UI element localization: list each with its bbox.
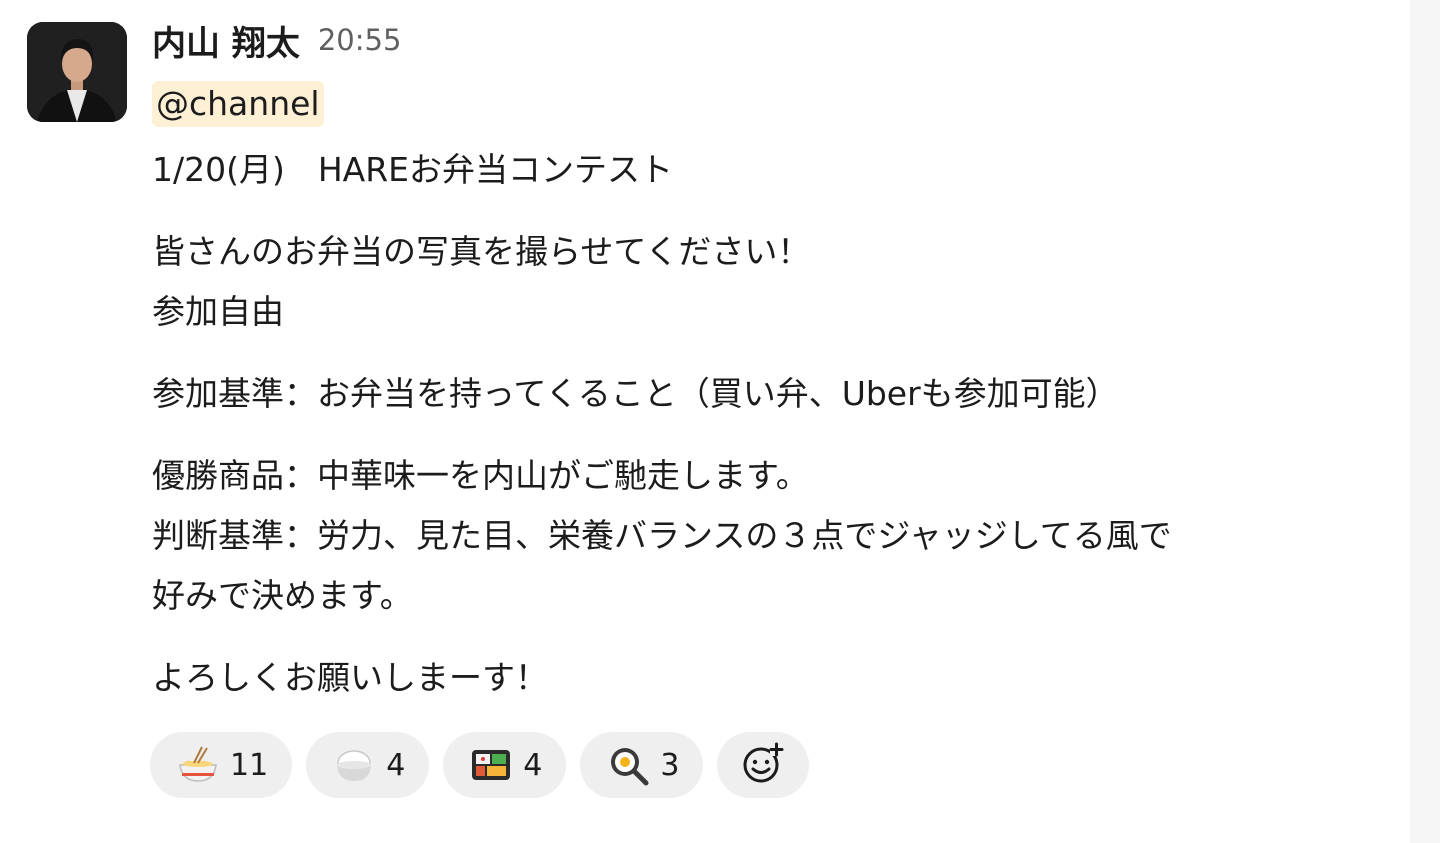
message: 内山 翔太 20:55 @channel 1/20(月) HAREお弁当コンテス… [0, 0, 1400, 843]
add-reaction-icon [739, 739, 787, 791]
message-title: 1/20(月) HAREお弁当コンテスト [152, 150, 674, 189]
author-name[interactable]: 内山 翔太 [152, 16, 300, 65]
channel-mention[interactable]: @channel [152, 81, 324, 127]
add-reaction-button[interactable] [717, 732, 810, 798]
reaction-ramen[interactable]: 11 [150, 732, 293, 798]
avatar[interactable] [27, 22, 127, 122]
reaction-count: 3 [660, 747, 680, 783]
message-line: 好みで決めます。 [152, 576, 413, 615]
reactions-bar: 11 4 4 3 [150, 732, 810, 798]
fried-egg-icon [606, 743, 650, 787]
message-header: 内山 翔太 20:55 [152, 14, 1392, 66]
message-content: 内山 翔太 20:55 @channel 1/20(月) HAREお弁当コンテス… [152, 14, 1392, 708]
reaction-count: 4 [523, 747, 543, 783]
bento-icon [469, 743, 513, 787]
rice-icon [332, 743, 376, 787]
message-line: 優勝商品：中華味一を内山がご馳走します。 [152, 456, 809, 495]
message-line: 参加自由 [152, 292, 284, 331]
message-line: よろしくお願いしまーす！ [152, 658, 548, 697]
message-line: 参加基準：お弁当を持ってくること（買い弁、Uberも参加可能） [152, 374, 1119, 413]
reaction-fried-egg[interactable]: 3 [580, 732, 704, 798]
timestamp[interactable]: 20:55 [318, 23, 402, 57]
ramen-icon [176, 743, 220, 787]
reaction-count: 4 [386, 747, 406, 783]
reaction-rice[interactable]: 4 [306, 732, 430, 798]
scrollbar[interactable] [1410, 0, 1440, 843]
message-line: 皆さんのお弁当の写真を撮らせてください！ [152, 232, 811, 271]
reaction-count: 11 [230, 747, 269, 783]
reaction-bento[interactable]: 4 [443, 732, 567, 798]
message-line: 判断基準：労力、見た目、栄養バランスの３点でジャッジしてる風で [152, 516, 1172, 555]
mention-row: @channel [152, 76, 1392, 132]
